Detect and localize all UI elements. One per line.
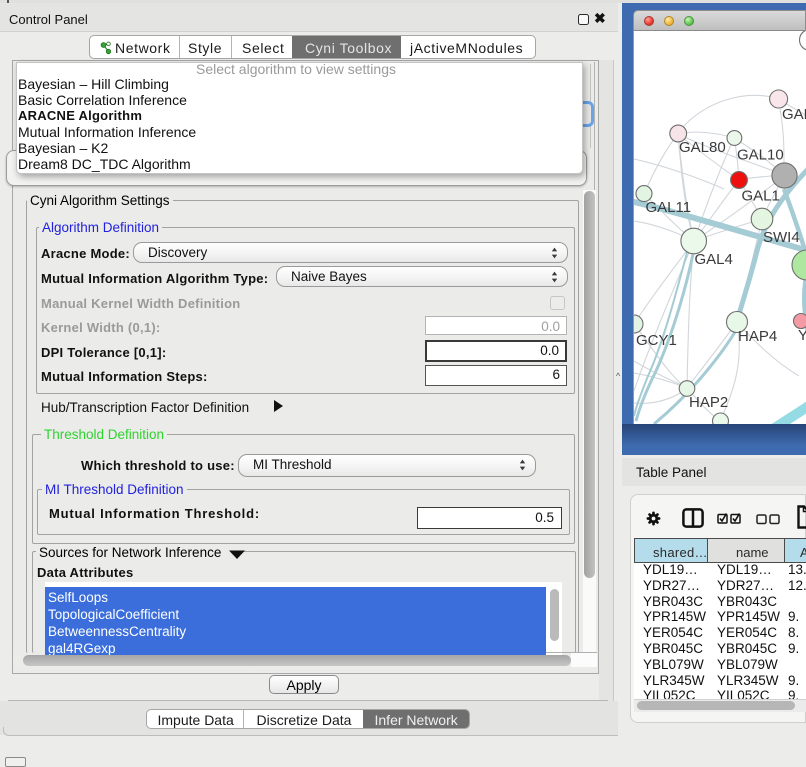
svg-text:SWI4: SWI4 bbox=[763, 229, 800, 246]
svg-text:GAL4: GAL4 bbox=[695, 251, 733, 268]
svg-text:GCY1: GCY1 bbox=[636, 332, 677, 349]
svg-text:GAL2: GAL2 bbox=[782, 106, 806, 123]
svg-text:GAL1: GAL1 bbox=[742, 188, 780, 205]
svg-text:YEL: YEL bbox=[798, 327, 806, 344]
svg-text:HAP4: HAP4 bbox=[738, 328, 777, 345]
svg-text:GAL11: GAL11 bbox=[646, 199, 692, 216]
svg-text:GAL80: GAL80 bbox=[679, 139, 726, 156]
svg-text:GAL10: GAL10 bbox=[737, 147, 784, 164]
svg-text:HAP2: HAP2 bbox=[689, 394, 728, 411]
